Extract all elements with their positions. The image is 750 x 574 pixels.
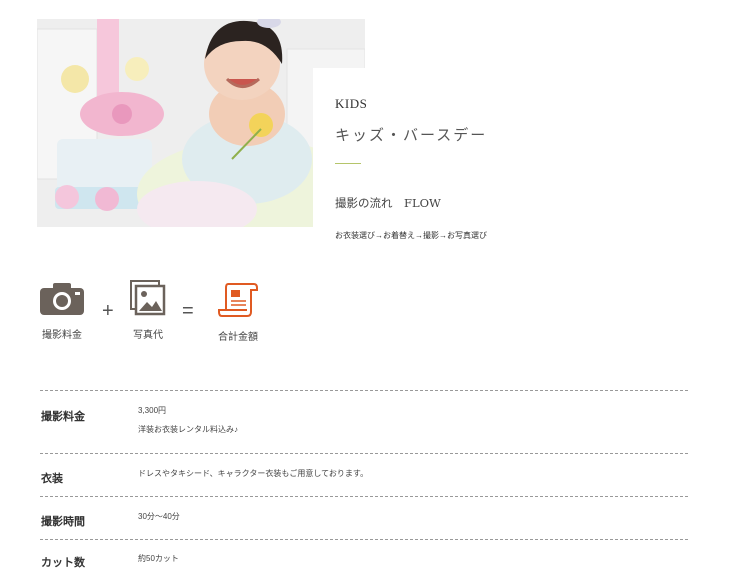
plus-sign: + (102, 300, 114, 322)
details-table: 撮影料金 3,300円 洋装お衣装レンタル料込み♪ 衣装 ドレスやタキシード、キ… (40, 390, 688, 574)
row-value-line: 30分〜40分 (138, 512, 180, 521)
row-label: カット数 (41, 557, 85, 569)
formula-item-shooting-fee: 撮影料金 (38, 282, 86, 341)
row-value: 3,300円 洋装お衣装レンタル料込み♪ (138, 401, 238, 439)
row-value-line: 洋装お衣装レンタル料込み♪ (138, 425, 238, 434)
accent-divider (335, 163, 361, 164)
camera-icon (40, 283, 84, 315)
flow-label: 撮影の流れ FLOW (335, 196, 441, 210)
table-row: 撮影時間 30分〜40分 (40, 496, 688, 539)
table-row: 衣装 ドレスやタキシード、キャラクター衣装もご用意しております。 (40, 453, 688, 496)
row-value-line: 約50カット (138, 554, 179, 563)
row-value-line: 3,300円 (138, 406, 167, 415)
flow-steps: お衣装選び→お着替え→撮影→お写真選び (335, 231, 487, 240)
hero-info-card: KIDS キッズ・バースデー 撮影の流れ FLOW お衣装選び→お着替え→撮影→… (313, 68, 553, 258)
invoice-icon (218, 283, 258, 317)
formula-label: 合計金額 (218, 332, 258, 343)
formula-item-photo-fee: 写真代 (127, 280, 169, 341)
photos-icon (130, 280, 166, 316)
hero-en-title: KIDS (335, 96, 368, 111)
hero-ja-title: キッズ・バースデー (335, 126, 488, 144)
formula-item-total: 合計金額 (215, 282, 261, 343)
formula-label: 撮影料金 (42, 330, 82, 341)
row-label: 衣装 (41, 473, 63, 485)
row-label: 撮影料金 (41, 411, 85, 423)
formula-label: 写真代 (133, 330, 163, 341)
equals-sign: = (182, 300, 194, 322)
table-row: 撮影料金 3,300円 洋装お衣装レンタル料込み♪ (40, 390, 688, 453)
row-value: ドレスやタキシード、キャラクター衣装もご用意しております。 (138, 464, 368, 483)
row-label: 撮影時間 (41, 516, 85, 528)
row-value-line: ドレスやタキシード、キャラクター衣装もご用意しております。 (138, 469, 369, 478)
row-value: 30分〜40分 (138, 507, 180, 526)
row-value: 約50カット (138, 549, 179, 568)
